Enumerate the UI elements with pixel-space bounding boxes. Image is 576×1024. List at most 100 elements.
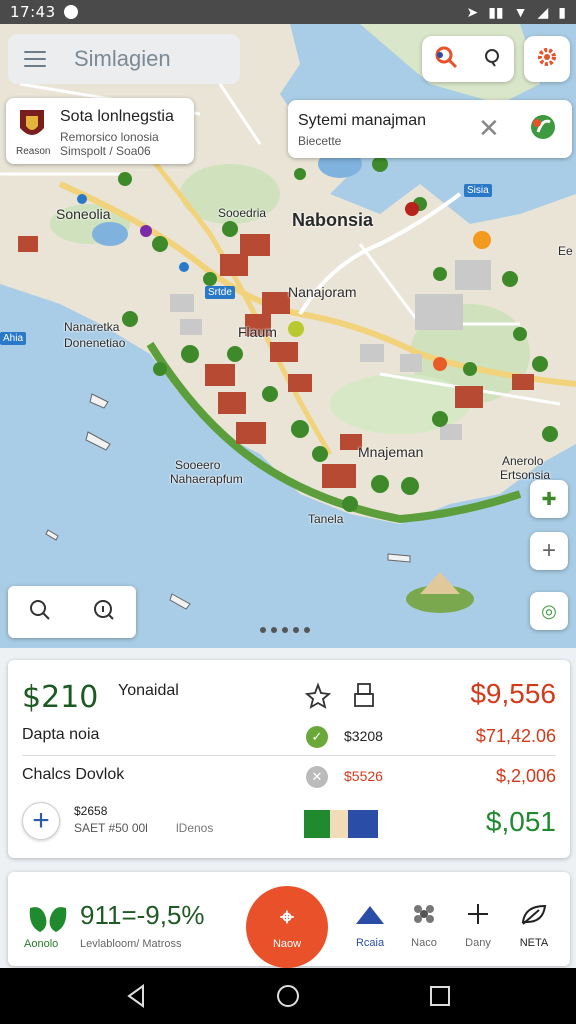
map-label: Sooedria xyxy=(218,206,267,220)
plus-icon xyxy=(468,904,488,924)
compass-button[interactable]: ✚ xyxy=(530,480,568,518)
check-icon: ✓ xyxy=(306,726,328,748)
bottom-bar: Aonolo 911=-9,5% Levlabloom/ Matross ⌖ N… xyxy=(8,872,570,968)
row2-right: $,2,006 xyxy=(495,766,556,786)
status-icons: ➤ ▮▮ ▼ ◢ ▮ xyxy=(466,4,566,21)
plus-icon: + xyxy=(32,804,50,837)
system-nav-bar xyxy=(0,968,576,1024)
system-card[interactable]: Sytemi manajman Biecette ✕ xyxy=(288,100,572,158)
back-icon[interactable] xyxy=(123,983,149,1009)
map-label: Nanajoram xyxy=(288,284,357,300)
nav-item-naco[interactable]: Naco xyxy=(400,902,448,949)
zoom-out-icon[interactable] xyxy=(28,598,52,627)
signal-bars-icon: ◢ xyxy=(537,3,549,20)
leaf-icon xyxy=(521,904,547,925)
close-icon[interactable]: ✕ xyxy=(478,114,500,142)
print-icon[interactable] xyxy=(352,682,376,710)
app-title: Simlagien xyxy=(74,46,171,71)
home-icon[interactable] xyxy=(275,983,301,1009)
flower-icon xyxy=(414,905,434,923)
nav-item-neta[interactable]: NETA xyxy=(510,902,558,949)
location-card-line2: Simspolt / Soa06 xyxy=(60,144,151,158)
finance-panel: $210 Yonaidal $9,556 Dapta noia ✓ $3208 … xyxy=(8,660,570,858)
zoom-in-icon[interactable] xyxy=(92,598,116,627)
road-sign: Srtde xyxy=(205,286,235,299)
system-card-title: Sytemi manajman xyxy=(298,112,427,129)
stat-value: 911=-9,5% xyxy=(80,900,205,930)
final-value: $,051 xyxy=(485,806,556,837)
bar-green xyxy=(304,810,330,838)
recents-icon[interactable] xyxy=(427,983,453,1009)
stat-label: Levlabloom/ Matross xyxy=(80,938,182,950)
nav-item-dany[interactable]: Dany xyxy=(454,902,502,949)
map-label: Nahaerapfum xyxy=(170,472,243,486)
status-bar: 17:43 ➤ ▮▮ ▼ ◢ ▮ xyxy=(0,0,576,24)
location-card[interactable]: Sota lonlnegstia Remorsico lonosia Simsp… xyxy=(6,98,194,164)
signal-icon: ▮▮ xyxy=(488,3,504,20)
map-label: Anerolo xyxy=(502,454,544,468)
map-label: Nanaretka xyxy=(64,320,120,334)
map-label: Soneolia xyxy=(56,206,111,222)
nav-label: Naco xyxy=(411,937,437,949)
star-icon[interactable] xyxy=(304,682,332,710)
road-sign: Ahia xyxy=(0,332,27,345)
location-button[interactable]: ◎ xyxy=(530,592,568,630)
small-value: $2658 xyxy=(74,804,108,818)
map-label: Mnajeman xyxy=(358,444,424,460)
map-label: Sooeero xyxy=(175,458,221,472)
small-caption: SAET #50 00l xyxy=(74,821,148,835)
settings-button[interactable] xyxy=(524,36,570,82)
map-label: Tanela xyxy=(308,512,344,526)
color-bars xyxy=(304,810,378,838)
location-card-line1: Remorsico lonosia xyxy=(60,130,159,144)
row1-mid: $3208 xyxy=(344,728,383,744)
emblem-icon xyxy=(20,110,44,135)
gear-icon xyxy=(535,45,559,74)
plus-icon: + xyxy=(541,537,556,564)
add-button[interactable]: + xyxy=(22,802,60,840)
pin-icon: ⌖ xyxy=(280,904,294,931)
bar-blue xyxy=(348,810,378,838)
leaf-icon xyxy=(531,115,555,139)
zoom-plus-button[interactable]: + xyxy=(530,532,568,570)
location-card-title: Sota lonlnegstia xyxy=(60,108,174,125)
row2-mid: $5526 xyxy=(344,768,383,784)
small-tag: lDenos xyxy=(176,821,214,835)
row2-label: Chalcs Dovlok xyxy=(22,766,125,783)
map-label: Donenetiao xyxy=(64,336,126,350)
wifi-icon: ▼ xyxy=(513,4,528,20)
location-card-caption: Reason xyxy=(16,146,51,157)
bookmark-icon[interactable] xyxy=(480,45,504,74)
nav-label: NETA xyxy=(519,937,549,949)
cross-icon: ✕ xyxy=(306,766,328,788)
map-label: Ee xyxy=(558,244,573,258)
fab-label: Naow xyxy=(272,938,302,950)
road-sign: Sisia xyxy=(464,184,492,197)
page-indicator xyxy=(260,627,310,633)
map-label: Nabonsia xyxy=(292,210,374,230)
big-value-label: Yonaidal xyxy=(118,682,179,699)
notification-icon xyxy=(63,5,78,19)
row1-label: Dapta noia xyxy=(22,726,100,743)
nav-label: Dany xyxy=(465,937,491,949)
battery-icon: ▮ xyxy=(558,3,566,20)
app-header: Simlagien xyxy=(8,34,240,84)
fab-button[interactable]: ⌖ Naow xyxy=(246,886,328,968)
nav-item-rcaia[interactable]: Rcaia xyxy=(346,902,394,949)
map-label: Flaum xyxy=(238,324,277,340)
nav-label: Rcaia xyxy=(355,937,385,949)
logo-icon xyxy=(29,907,67,932)
top-action-group xyxy=(422,36,514,82)
search-icon[interactable] xyxy=(432,43,460,76)
location-icon: ➤ xyxy=(466,3,479,20)
menu-icon[interactable] xyxy=(24,51,46,67)
divider xyxy=(22,755,556,756)
total-value: $9,556 xyxy=(470,678,556,709)
row1-right: $71,42.06 xyxy=(475,726,556,746)
big-value: $210 xyxy=(22,680,99,715)
logo-label: Aonolo xyxy=(24,938,59,950)
locate-icon: ◎ xyxy=(541,600,557,621)
triangle-icon xyxy=(356,906,384,924)
compass-icon: ✚ xyxy=(541,488,557,509)
status-time: 17:43 xyxy=(10,3,56,21)
